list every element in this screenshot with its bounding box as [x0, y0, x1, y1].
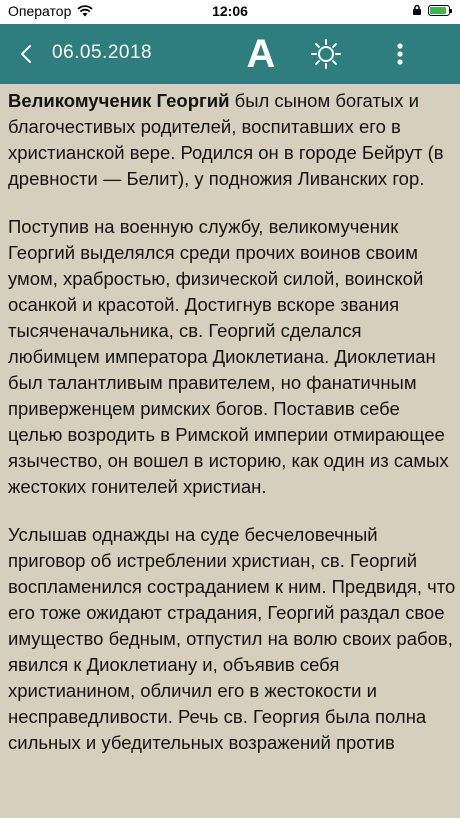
back-button[interactable]: [14, 40, 38, 68]
battery-icon: [428, 4, 452, 16]
status-bar: Оператор 12:06: [0, 0, 460, 24]
brightness-button[interactable]: [310, 38, 342, 70]
article-paragraph-3: Услышав однажды на суде бесчеловечный пр…: [8, 524, 456, 753]
nav-date: 06.05.2018: [52, 42, 153, 63]
battery-tip: [450, 8, 452, 13]
more-button[interactable]: [392, 38, 408, 70]
vertical-dots-icon: [397, 43, 403, 65]
status-time: 12:06: [212, 3, 248, 19]
chevron-left-icon: [21, 45, 31, 63]
article-content: Великомученик Георгий был сыном богатых …: [8, 88, 458, 778]
battery-fill: [430, 6, 446, 14]
article-title: Великомученик Георгий: [8, 90, 230, 111]
sun-icon: [311, 39, 341, 69]
status-right: [412, 4, 452, 16]
charging-lock-icon: [413, 4, 421, 15]
nav-bar: 06.05.2018 A: [0, 24, 460, 84]
font-size-button[interactable]: A: [244, 32, 278, 76]
article-paragraph-1: Великомученик Георгий был сыном богатых …: [8, 88, 458, 192]
article-paragraph-2: Поступив на военную службу, великомучени…: [8, 216, 449, 497]
